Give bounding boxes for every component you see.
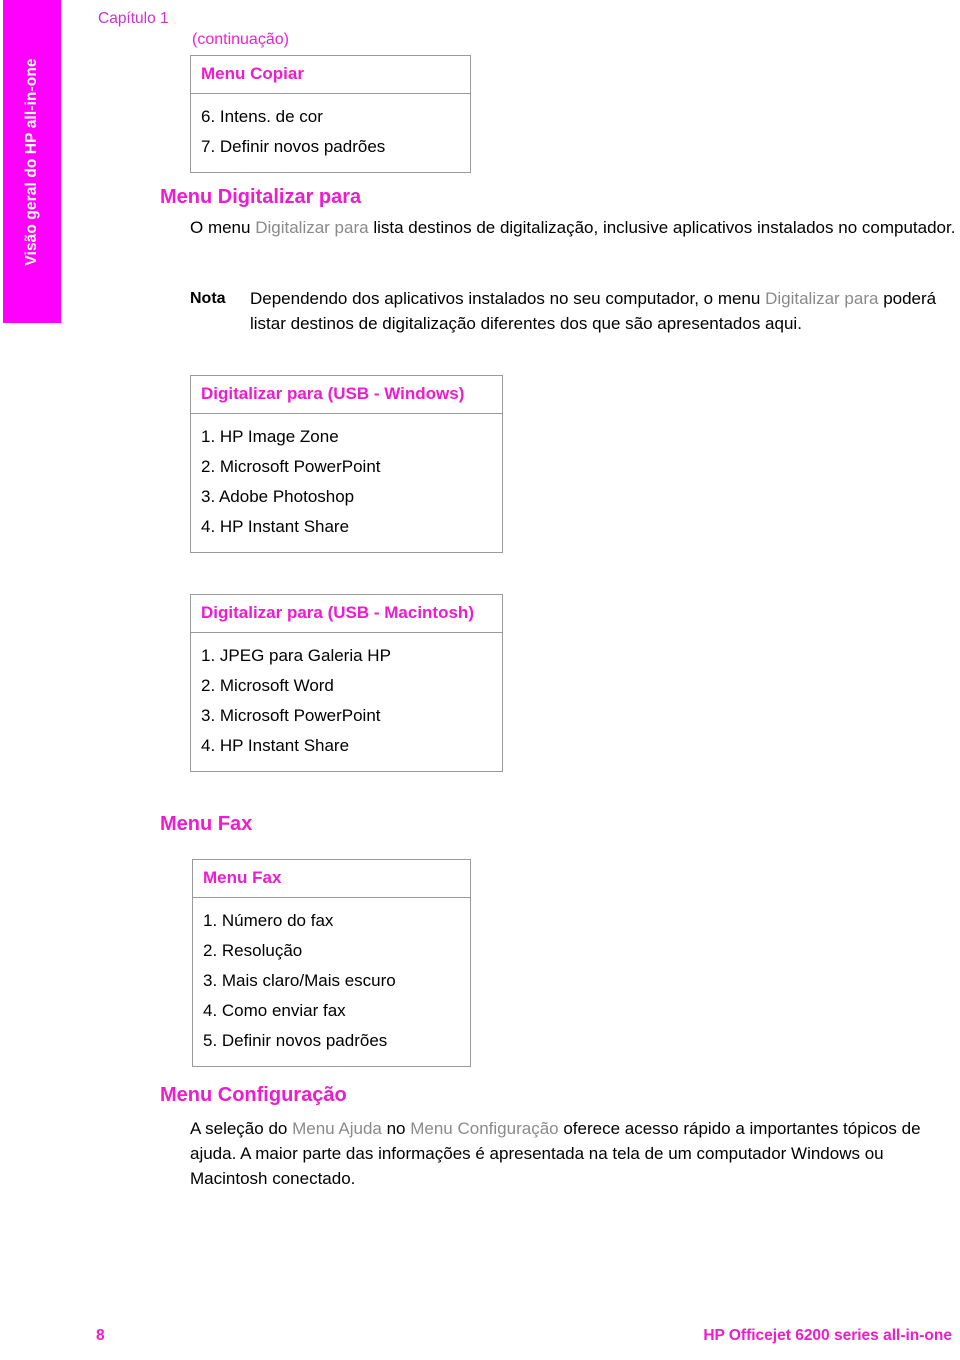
table-row: 3. Mais claro/Mais escuro bbox=[203, 971, 396, 990]
table-row: 7. Definir novos padrões bbox=[201, 137, 386, 156]
table-row: 3. Adobe Photoshop bbox=[201, 487, 355, 506]
paragraph-text-before: O menu bbox=[190, 218, 256, 237]
table-row: 2. Resolução bbox=[203, 941, 303, 960]
paragraph-text-after: lista destinos de digitalização, inclusi… bbox=[368, 218, 956, 237]
chapter-side-tab-label: Visão geral do HP all-in-one bbox=[23, 57, 40, 266]
paragraph-text-2: no bbox=[381, 1119, 411, 1138]
table-title: Menu Fax bbox=[203, 868, 282, 887]
table-header: Menu Fax bbox=[193, 860, 470, 898]
footer-product-name: HP Officejet 6200 series all-in-one bbox=[703, 1327, 952, 1344]
paragraph-digitalizar: O menu Digitalizar para lista destinos d… bbox=[190, 215, 956, 240]
note-label: Nota bbox=[190, 290, 226, 307]
table-title: Digitalizar para (USB - Macintosh) bbox=[201, 603, 474, 622]
note-text-before: Dependendo dos aplicativos instalados no… bbox=[250, 289, 766, 308]
table-row: 5. Definir novos padrões bbox=[203, 1031, 388, 1050]
chapter-side-tab: Visão geral do HP all-in-one bbox=[3, 0, 61, 323]
table-header: Digitalizar para (USB - Windows) bbox=[191, 376, 502, 414]
table-header: Menu Copiar bbox=[191, 56, 470, 94]
heading-menu-digitalizar-para: Menu Digitalizar para bbox=[160, 186, 362, 208]
table-header: Digitalizar para (USB - Macintosh) bbox=[191, 595, 502, 633]
note-body: Dependendo dos aplicativos instalados no… bbox=[250, 286, 956, 336]
continuation-label: (continuação) bbox=[192, 31, 289, 48]
table-body: 1. JPEG para Galeria HP 2. Microsoft Wor… bbox=[191, 633, 502, 771]
paragraph-configuracao: A seleção do Menu Ajuda no Menu Configur… bbox=[190, 1116, 956, 1191]
chapter-label: Capítulo 1 bbox=[98, 10, 169, 27]
table-title: Menu Copiar bbox=[201, 64, 304, 83]
inline-emphasis-digitalizar-para: Digitalizar para bbox=[765, 289, 879, 308]
table-row: 1. Número do fax bbox=[203, 911, 334, 930]
inline-emphasis-digitalizar-para: Digitalizar para bbox=[255, 218, 369, 237]
footer-page-number: 8 bbox=[96, 1327, 105, 1344]
table-row: 3. Microsoft PowerPoint bbox=[201, 706, 381, 725]
table-row: 1. JPEG para Galeria HP bbox=[201, 646, 391, 665]
table-row: 4. HP Instant Share bbox=[201, 517, 350, 536]
table-body: 6. Intens. de cor 7. Definir novos padrõ… bbox=[191, 94, 470, 172]
table-row: 2. Microsoft Word bbox=[201, 676, 334, 695]
paragraph-text-1: A seleção do bbox=[190, 1119, 293, 1138]
table-title: Digitalizar para (USB - Windows) bbox=[201, 384, 465, 403]
table-body: 1. Número do fax 2. Resolução 3. Mais cl… bbox=[193, 898, 470, 1066]
menu-table-digitalizar-usb-macintosh: Digitalizar para (USB - Macintosh) 1. JP… bbox=[190, 594, 503, 772]
heading-menu-fax: Menu Fax bbox=[160, 813, 253, 835]
menu-table-digitalizar-usb-windows: Digitalizar para (USB - Windows) 1. HP I… bbox=[190, 375, 503, 553]
table-row: 1. HP Image Zone bbox=[201, 427, 339, 446]
inline-emphasis-menu-ajuda: Menu Ajuda bbox=[292, 1119, 382, 1138]
inline-emphasis-menu-configuracao: Menu Configuração bbox=[410, 1119, 559, 1138]
table-body: 1. HP Image Zone 2. Microsoft PowerPoint… bbox=[191, 414, 502, 552]
table-row: 4. Como enviar fax bbox=[203, 1001, 346, 1020]
table-row: 4. HP Instant Share bbox=[201, 736, 350, 755]
note-block: Nota Dependendo dos aplicativos instalad… bbox=[190, 286, 956, 336]
table-row: 6. Intens. de cor bbox=[201, 107, 323, 126]
heading-menu-configuracao: Menu Configuração bbox=[160, 1084, 347, 1106]
menu-table-copiar: Menu Copiar 6. Intens. de cor 7. Definir… bbox=[190, 55, 471, 173]
menu-table-fax: Menu Fax 1. Número do fax 2. Resolução 3… bbox=[192, 859, 471, 1067]
table-row: 2. Microsoft PowerPoint bbox=[201, 457, 381, 476]
